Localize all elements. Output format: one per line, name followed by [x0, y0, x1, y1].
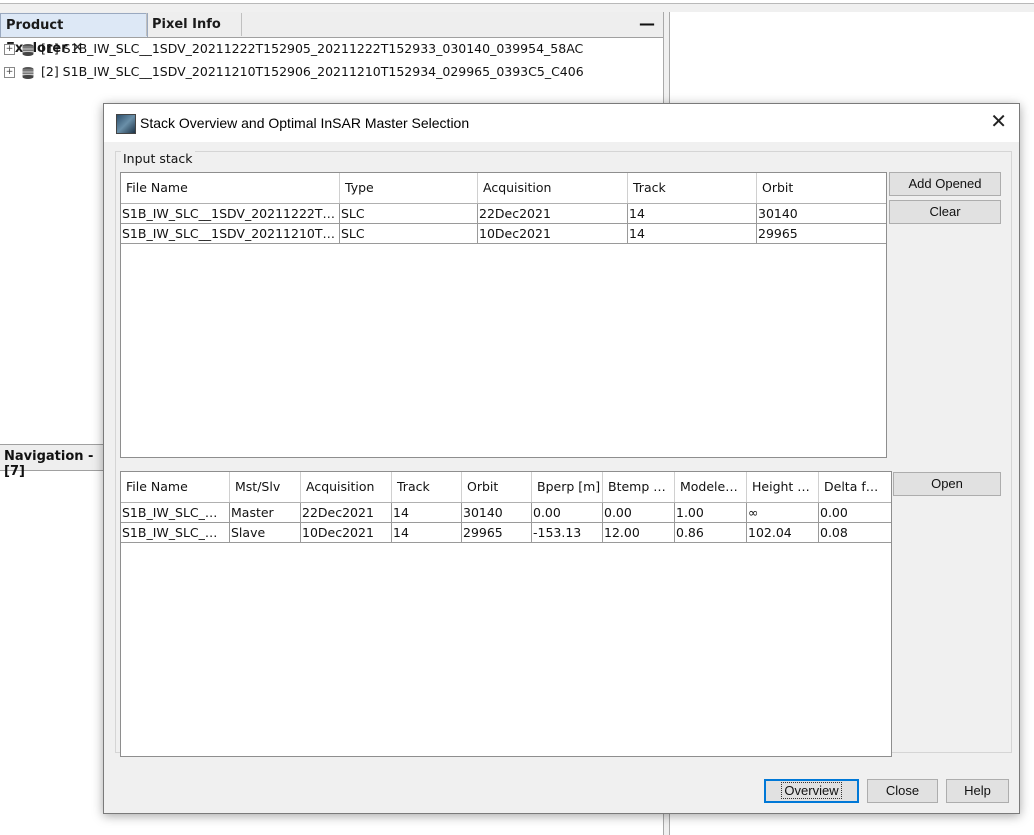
dialog-title: Stack Overview and Optimal InSAR Master … — [140, 115, 470, 131]
expand-icon[interactable]: + — [4, 67, 15, 78]
clear-button[interactable]: Clear — [889, 200, 1001, 224]
column-header[interactable]: Mst/Slv — [230, 472, 301, 502]
input-stack-legend: Input stack — [121, 151, 195, 166]
column-header[interactable]: Track — [628, 173, 757, 203]
tab-product-explorer[interactable]: Product Explorer ✕ — [0, 13, 148, 56]
add-opened-button[interactable]: Add Opened — [889, 172, 1001, 196]
cell-height-ambiguity: ∞ — [747, 503, 819, 522]
close-icon[interactable]: ✕ — [990, 111, 1007, 131]
product-label: [2] S1B_IW_SLC__1SDV_20211210T152906_202… — [41, 64, 584, 79]
cell-acquisition: 10Dec2021 — [301, 523, 392, 542]
column-header[interactable]: Orbit — [462, 472, 532, 502]
cell-track: 14 — [392, 523, 462, 542]
dialog-titlebar[interactable]: Stack Overview and Optimal InSAR Master … — [104, 104, 1019, 142]
cell-height-ambiguity: 102.04 — [747, 523, 819, 542]
panel-tabbar: Product Explorer ✕ Pixel Info — — [0, 12, 663, 56]
cell-file-name: S1B_IW_SLC__1SDV_20211222T… — [121, 204, 340, 223]
input-stack-table[interactable]: File Name Type Acquisition Track Orbit S… — [120, 172, 887, 458]
column-header[interactable]: File Name — [121, 472, 230, 502]
product-tree-item[interactable]: + [1] S1B_IW_SLC__1SDV_20211222T152905_20… — [4, 39, 583, 59]
cell-delta-f: 0.00 — [820, 505, 848, 520]
product-label: [1] S1B_IW_SLC__1SDV_20211222T152905_202… — [41, 41, 584, 56]
navigation-panel-header[interactable]: Navigation - [7] — [0, 444, 104, 479]
column-header[interactable]: Bperp [m] — [532, 472, 603, 502]
cell-file-name: S1B_IW_SLC__1SDV_20211210T… — [121, 224, 340, 243]
column-header[interactable]: Orbit — [757, 173, 886, 203]
tab-pixel-info[interactable]: Pixel Info — [146, 13, 242, 36]
cell-acquisition: 10Dec2021 — [478, 224, 628, 243]
table-row[interactable]: S1B_IW_SLC_… Slave 10Dec2021 14 29965 -1… — [121, 523, 891, 543]
cell-mst-slv: Master — [230, 503, 301, 522]
cell-modelled-coherence: 1.00 — [675, 503, 747, 522]
expand-icon[interactable]: + — [4, 44, 15, 55]
cell-bperp: 0.00 — [532, 503, 603, 522]
product-tree-item[interactable]: + [2] S1B_IW_SLC__1SDV_20211210T152906_20… — [4, 62, 584, 82]
table-row[interactable]: S1B_IW_SLC__1SDV_20211210T… SLC 10Dec202… — [121, 224, 886, 244]
table-header: File Name Mst/Slv Acquisition Track Orbi… — [121, 472, 891, 503]
cell-mst-slv: Slave — [230, 523, 301, 542]
stack-overview-table[interactable]: File Name Mst/Slv Acquisition Track Orbi… — [120, 471, 892, 757]
stack-overview-dialog: Stack Overview and Optimal InSAR Master … — [103, 103, 1020, 814]
close-button[interactable]: Close — [867, 779, 938, 803]
table-row[interactable]: S1B_IW_SLC_… Master 22Dec2021 14 30140 0… — [121, 503, 891, 523]
cell-orbit: 29965 — [462, 523, 532, 542]
cell-type: SLC — [340, 224, 478, 243]
column-header[interactable]: Type — [340, 173, 478, 203]
cell-modelled-coherence: 0.86 — [675, 523, 747, 542]
overview-button[interactable]: Overview — [764, 779, 859, 803]
open-button[interactable]: Open — [893, 472, 1001, 496]
minimize-icon[interactable]: — — [639, 14, 655, 33]
column-header[interactable]: File Name — [121, 173, 340, 203]
overview-button-label: Overview — [781, 782, 842, 799]
cell-track: 14 — [628, 224, 757, 243]
top-border — [0, 0, 1034, 4]
cell-acquisition: 22Dec2021 — [478, 204, 628, 223]
snap-app-icon — [116, 114, 136, 134]
help-button[interactable]: Help — [946, 779, 1009, 803]
column-header[interactable]: Btemp … — [603, 472, 675, 502]
cell-type: SLC — [340, 204, 478, 223]
cell-delta-f: 0.08 — [820, 525, 848, 540]
cell-bperp: -153.13 — [532, 523, 603, 542]
column-header[interactable]: Acquisition — [301, 472, 392, 502]
cell-acquisition: 22Dec2021 — [301, 503, 392, 522]
tab-pixel-info-label: Pixel Info — [152, 17, 221, 32]
database-icon — [22, 43, 34, 56]
table-row[interactable]: S1B_IW_SLC__1SDV_20211222T… SLC 22Dec202… — [121, 204, 886, 224]
cell-orbit: 29965 — [758, 226, 798, 241]
cell-track: 14 — [628, 204, 757, 223]
column-header[interactable]: Height … — [747, 472, 819, 502]
database-icon — [22, 66, 34, 79]
column-header[interactable]: Delta f… — [819, 472, 891, 502]
column-header[interactable]: Modele… — [675, 472, 747, 502]
table-header: File Name Type Acquisition Track Orbit — [121, 173, 886, 204]
column-header[interactable]: Acquisition — [478, 173, 628, 203]
cell-btemp: 0.00 — [603, 503, 675, 522]
cell-file-name: S1B_IW_SLC_… — [121, 523, 230, 542]
navigation-label: Navigation - [7] — [4, 449, 94, 479]
cell-orbit: 30140 — [462, 503, 532, 522]
cell-file-name: S1B_IW_SLC_… — [121, 503, 230, 522]
cell-btemp: 12.00 — [603, 523, 675, 542]
cell-track: 14 — [392, 503, 462, 522]
cell-orbit: 30140 — [758, 206, 798, 221]
column-header[interactable]: Track — [392, 472, 462, 502]
